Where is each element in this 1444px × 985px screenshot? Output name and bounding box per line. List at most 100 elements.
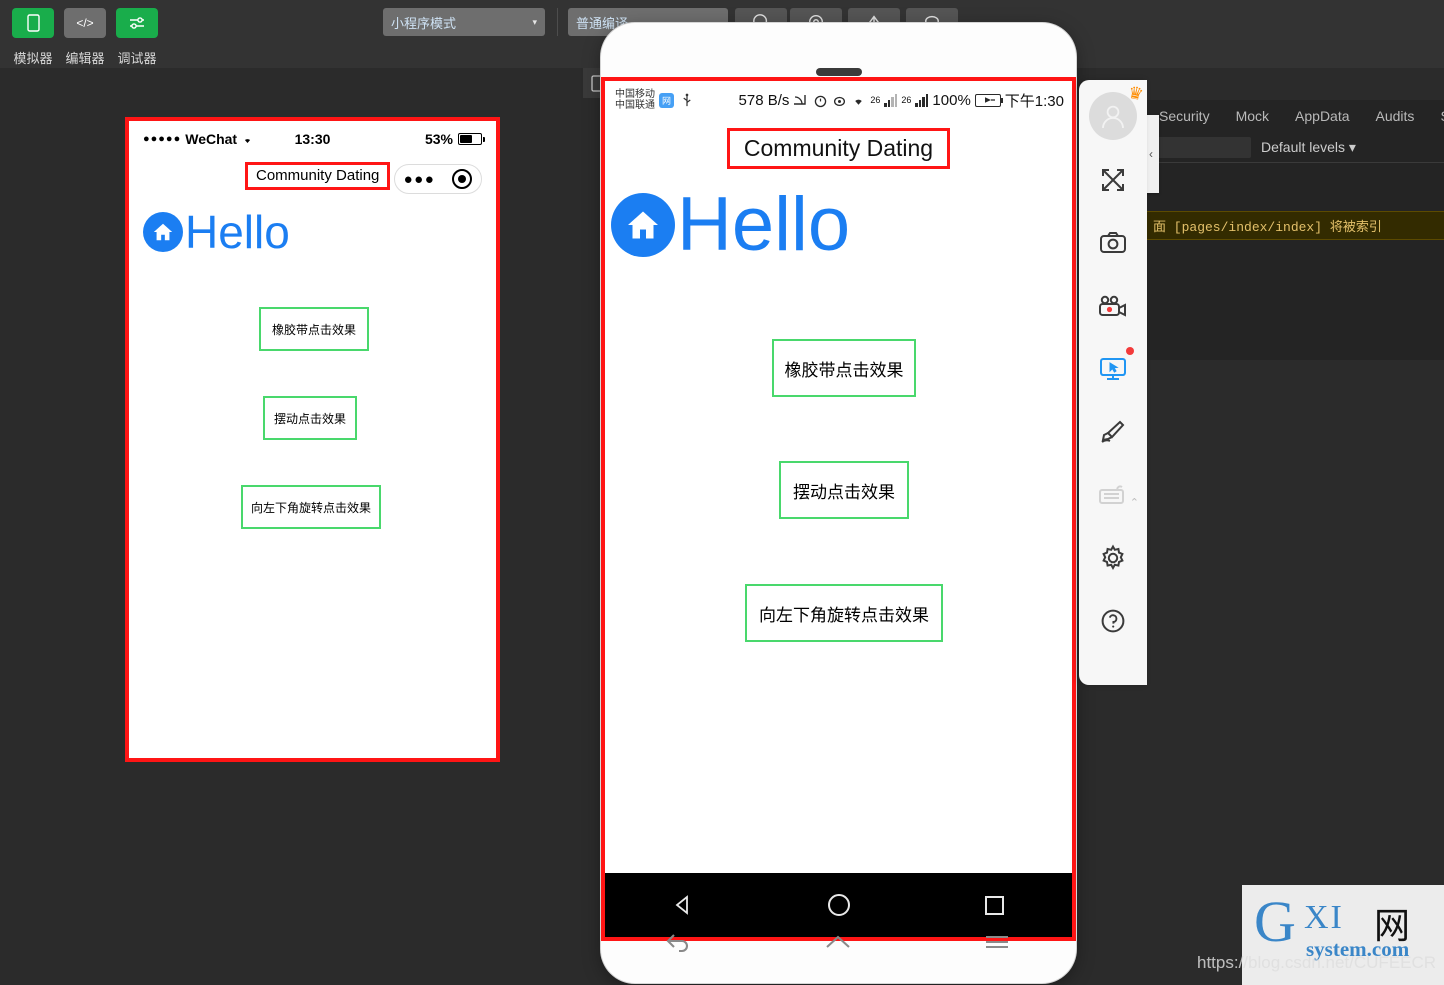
sliders-icon bbox=[130, 17, 144, 29]
devtools-panel: Security Mock AppData Audits Se Default … bbox=[1147, 100, 1444, 360]
sim-effect-button-3-label: 向左下角旋转点击效果 bbox=[250, 500, 371, 515]
home-key[interactable] bbox=[823, 932, 853, 957]
wifi-icon bbox=[244, 138, 251, 143]
toolbar-divider bbox=[557, 8, 558, 36]
mode-select-value: 小程序模式 bbox=[391, 15, 457, 31]
avatar-icon bbox=[1102, 105, 1124, 129]
virtual-keyboard-button[interactable]: ⌃ bbox=[1090, 472, 1139, 518]
paint-button[interactable] bbox=[1090, 409, 1136, 455]
phone-effect-button-1-label: 橡胶带点击效果 bbox=[784, 360, 904, 380]
eye-icon bbox=[834, 96, 846, 106]
home-circle-icon[interactable] bbox=[827, 894, 850, 916]
phone-icon bbox=[26, 14, 40, 32]
signal-bars-2 bbox=[915, 93, 929, 107]
toolbar-cell-debugger: 调试器 bbox=[116, 8, 158, 66]
android-time: 下午1:30 bbox=[1004, 92, 1064, 110]
wifi-icon bbox=[855, 99, 863, 105]
fullscreen-icon bbox=[1102, 169, 1124, 191]
alarm-icon bbox=[815, 95, 827, 107]
battery-icon bbox=[458, 133, 485, 145]
phone-effect-button-1[interactable]: 橡胶带点击效果 bbox=[772, 339, 916, 397]
back-triangle-icon[interactable] bbox=[673, 895, 693, 915]
fullscreen-button[interactable] bbox=[1090, 157, 1136, 203]
paintbrush-icon bbox=[1101, 420, 1125, 443]
brand-text: Hello bbox=[677, 182, 851, 267]
editor-button[interactable]: </> bbox=[64, 8, 106, 38]
tab-mock[interactable]: Mock bbox=[1236, 108, 1269, 124]
target-icon[interactable] bbox=[452, 169, 473, 189]
signal-dots-icon: ●●●●● bbox=[143, 133, 182, 145]
video-record-icon bbox=[1099, 295, 1126, 317]
help-button[interactable] bbox=[1090, 598, 1136, 644]
android-page-title-highlight: Community Dating bbox=[726, 127, 951, 169]
simulator-carrier-group: ●●●●● WeChat bbox=[143, 131, 254, 147]
signal-label-2: 26 bbox=[901, 95, 912, 105]
gear-icon bbox=[1102, 544, 1124, 571]
network-speed-label: 578 B/s bbox=[738, 91, 790, 109]
brand-text: Hello bbox=[185, 206, 290, 258]
signal-label-1: 26 bbox=[870, 95, 881, 105]
brand-logo-circle bbox=[611, 193, 675, 257]
keyboard-caret-icon[interactable]: ⌃ bbox=[1130, 496, 1139, 509]
tab-appdata[interactable]: AppData bbox=[1295, 108, 1349, 124]
screenshot-button[interactable] bbox=[1090, 220, 1136, 266]
android-battery-percent: 100% bbox=[932, 91, 971, 109]
crown-badge-icon: ♛ bbox=[1126, 82, 1145, 105]
android-carrier-line2: 中国联通 bbox=[615, 100, 655, 111]
simulator-nav-bar: Community Dating ●●● bbox=[129, 157, 496, 201]
watermark: G XI 网 system.com https://blog.csdn.net/… bbox=[1197, 885, 1444, 985]
chevron-down-icon: ▾ bbox=[532, 16, 537, 27]
app-badge-icon: 网 bbox=[659, 92, 674, 108]
simulator-page-title-highlight: Community Dating bbox=[245, 162, 391, 190]
record-video-button[interactable] bbox=[1090, 283, 1136, 329]
simulator-battery-percent: 53% bbox=[424, 131, 453, 147]
recents-square-icon[interactable] bbox=[985, 895, 1005, 915]
battery-charging-icon bbox=[974, 93, 1004, 107]
phone-brand: Hello bbox=[605, 187, 1072, 263]
console-levels-select[interactable]: Default levels ▾ bbox=[1261, 139, 1356, 156]
phone-effect-button-3[interactable]: 向左下角旋转点击效果 bbox=[745, 584, 943, 642]
debugger-button-label: 调试器 bbox=[117, 51, 157, 66]
brand-logo-circle bbox=[143, 212, 183, 252]
menu-lines-icon bbox=[985, 935, 1008, 948]
element-inspect-button[interactable] bbox=[1090, 346, 1136, 392]
console-filter-input[interactable] bbox=[1153, 136, 1251, 158]
console-empty-area bbox=[1147, 163, 1444, 211]
phone-effect-button-2-label: 摆动点击效果 bbox=[793, 482, 895, 502]
simulator-tool-rail: ♛ ⌃ bbox=[1079, 80, 1147, 685]
android-page-nav-bar: Community Dating bbox=[605, 119, 1072, 177]
back-arrow-icon bbox=[666, 933, 689, 952]
watermark-url: https://blog.csdn.net/CUFEECR bbox=[1197, 953, 1437, 972]
mode-select[interactable]: 小程序模式 ▾ bbox=[383, 8, 545, 36]
simulator-page-title: Community Dating bbox=[256, 167, 380, 184]
tab-security[interactable]: Security bbox=[1159, 108, 1210, 124]
usb-icon bbox=[683, 93, 691, 106]
camera-icon bbox=[1100, 232, 1126, 253]
sim-effect-button-2[interactable]: 摆动点击效果 bbox=[263, 396, 357, 440]
debugger-button[interactable] bbox=[116, 8, 158, 38]
simulator-battery-group: 53% bbox=[424, 131, 485, 147]
back-arrow-key[interactable] bbox=[665, 931, 695, 958]
toolbar-cell-simulator: 模拟器 bbox=[12, 8, 54, 66]
settings-button[interactable] bbox=[1090, 535, 1136, 581]
more-dots-icon[interactable]: ●●● bbox=[404, 172, 436, 187]
simulator-carrier-label: WeChat bbox=[185, 131, 238, 147]
phone-effect-button-2[interactable]: 摆动点击效果 bbox=[779, 461, 909, 519]
tab-audits[interactable]: Audits bbox=[1376, 108, 1415, 124]
menu-key[interactable] bbox=[982, 932, 1012, 957]
sim-effect-button-3[interactable]: 向左下角旋转点击效果 bbox=[241, 485, 381, 529]
simulator-screen: ●●●●● WeChat 13:30 53% Community Dating … bbox=[129, 121, 496, 758]
cast-icon bbox=[794, 95, 807, 105]
code-icon: </> bbox=[76, 16, 94, 30]
simulator-button[interactable] bbox=[12, 8, 54, 38]
sim-effect-button-1-label: 橡胶带点击效果 bbox=[271, 322, 356, 337]
sim-effect-button-1[interactable]: 橡胶带点击效果 bbox=[259, 307, 369, 351]
tab-sensor[interactable]: Se bbox=[1440, 108, 1444, 124]
simulator-capsule-menu[interactable]: ●●● bbox=[394, 164, 482, 194]
user-avatar[interactable]: ♛ bbox=[1089, 83, 1145, 140]
android-carrier-block: 中国移动 中国联通 bbox=[615, 89, 655, 111]
signal-bars-1 bbox=[884, 93, 898, 107]
android-status-right: 578 B/s 26 26 100% 下午1:30 bbox=[739, 90, 1064, 111]
simulator-brand: Hello bbox=[129, 209, 496, 255]
android-page-title: Community Dating bbox=[743, 134, 934, 161]
